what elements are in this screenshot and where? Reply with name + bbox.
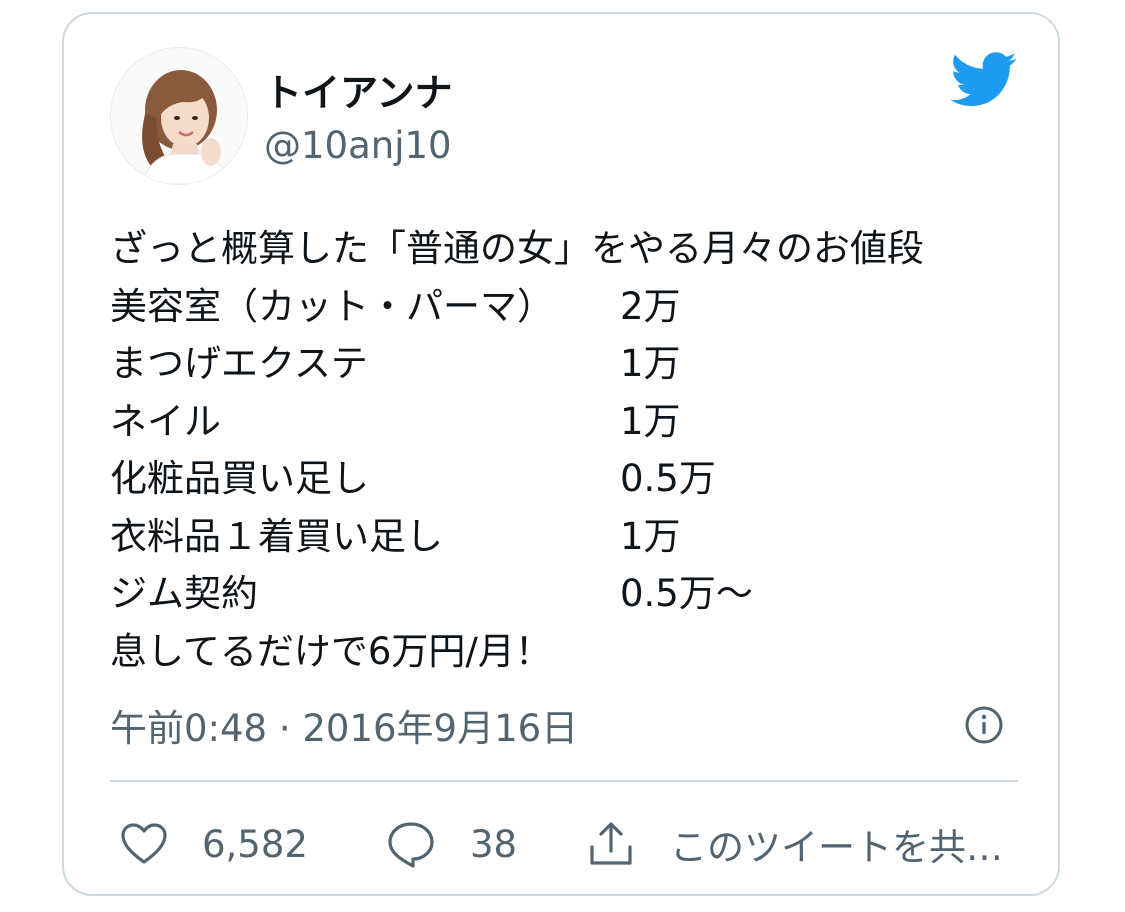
price-item-label: 衣料品１着買い足し xyxy=(110,514,443,558)
avatar[interactable] xyxy=(110,47,248,185)
price-item-label: 化粧品買い足し xyxy=(110,457,369,500)
share-icon xyxy=(590,822,632,865)
tweet-text: ざっと概算した「普通の女」をやる月々のお値段 美容室（カット・パーマ） 2万 ま… xyxy=(110,220,1010,680)
author-handle[interactable]: @10anj10 xyxy=(264,124,452,167)
price-item-label: ジム契約 xyxy=(110,572,258,615)
price-item-value: 0.5万 xyxy=(620,457,716,500)
tweet-card: トイアンナ @10anj10 ざっと概算した「普通の女」をやる月々のお値段 美容… xyxy=(62,12,1060,896)
price-row: ジム契約 0.5万〜 xyxy=(110,565,1010,623)
price-item-label: ネイル xyxy=(110,399,221,443)
price-item-value: 1万 xyxy=(620,342,681,385)
twitter-bird-icon[interactable] xyxy=(950,52,1018,108)
price-item-value: 0.5万〜 xyxy=(620,572,753,615)
price-item-label: まつげエクステ xyxy=(110,342,368,385)
tweet-timestamp[interactable]: 午前0:48 · 2016年9月16日 xyxy=(110,698,578,752)
divider xyxy=(110,780,1018,782)
like-button[interactable]: 6,582 xyxy=(120,814,308,874)
heart-icon xyxy=(121,823,167,864)
author-display-name[interactable]: トイアンナ xyxy=(264,62,452,117)
avatar-image xyxy=(111,48,247,184)
price-row: まつげエクステ 1万 xyxy=(110,335,1010,393)
tweet-actions: 6,582 38 このツイートを共… xyxy=(110,814,1018,874)
reply-icon xyxy=(388,822,434,868)
reply-count: 38 xyxy=(470,822,518,866)
price-item-label: 美容室（カット・パーマ） xyxy=(110,284,554,328)
tweet-conclusion: 息してるだけで6万円/月！ xyxy=(110,629,552,673)
price-item-value: 1万 xyxy=(620,514,681,558)
info-icon[interactable] xyxy=(964,705,1004,745)
like-count: 6,582 xyxy=(202,822,308,866)
share-label: このツイートを共… xyxy=(670,826,1003,869)
price-row: ネイル 1万 xyxy=(110,393,1010,451)
share-button[interactable]: このツイートを共… xyxy=(586,814,1003,874)
price-item-value: 1万 xyxy=(620,399,681,443)
price-row: 衣料品１着買い足し 1万 xyxy=(110,508,1010,566)
price-row: 化粧品買い足し 0.5万 xyxy=(110,450,1010,508)
price-row: 美容室（カット・パーマ） 2万 xyxy=(110,278,1010,336)
reply-button[interactable]: 38 xyxy=(386,814,517,874)
tweet-intro: ざっと概算した「普通の女」をやる月々のお値段 xyxy=(110,227,924,270)
price-item-value: 2万 xyxy=(620,284,681,328)
